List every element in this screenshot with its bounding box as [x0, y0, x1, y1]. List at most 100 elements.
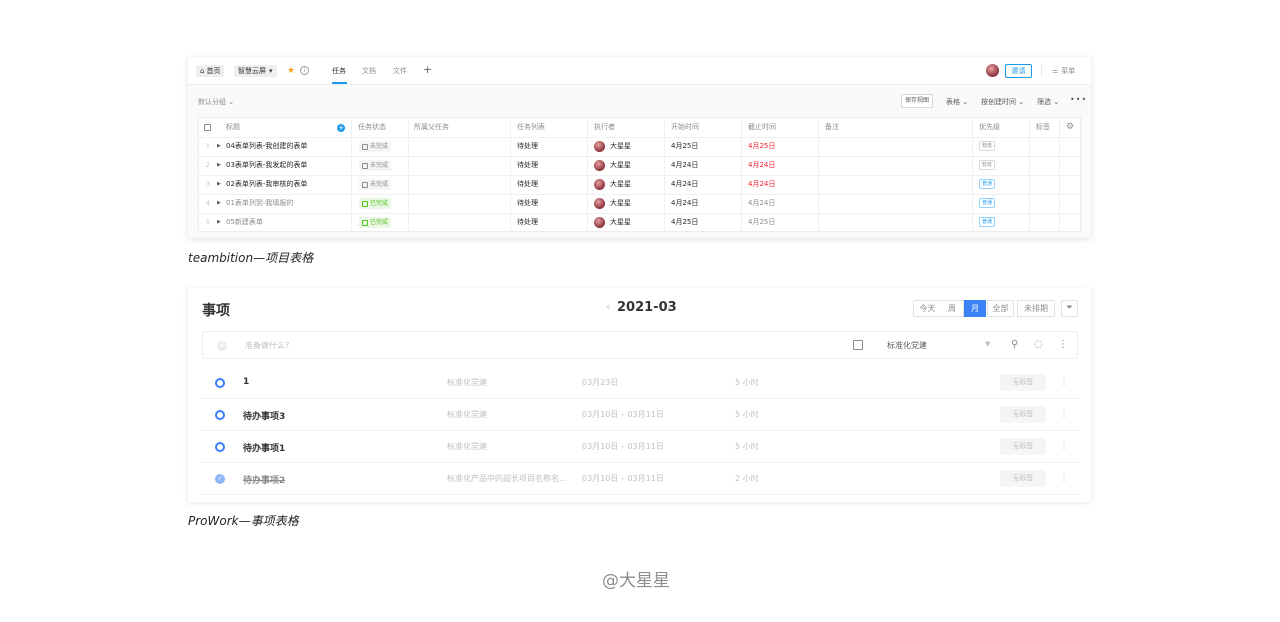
- column-header-start[interactable]: 开始时间: [671, 118, 699, 137]
- add-tab-icon[interactable]: +: [423, 63, 432, 76]
- column-header-due[interactable]: 截止时间: [748, 118, 776, 137]
- task-title[interactable]: 02表单列表-我审核的表单: [226, 175, 307, 194]
- more-vertical-icon[interactable]: ⋮: [1058, 339, 1068, 350]
- priority-badge[interactable]: 普通: [979, 179, 996, 189]
- filter-dropdown[interactable]: 筛选 ⌄: [1037, 97, 1059, 107]
- task-row[interactable]: 待办事项1 标准化党建 03月10日 – 03月11日 5 小时 无标签 ⋮: [202, 431, 1078, 463]
- status-badge[interactable]: 未完成: [359, 160, 392, 171]
- calendar-icon[interactable]: [853, 340, 863, 350]
- gear-icon[interactable]: ⚙: [1066, 122, 1074, 132]
- expand-caret-icon[interactable]: ▶: [217, 156, 221, 175]
- quick-add-input[interactable]: 准备做什么?: [245, 340, 289, 351]
- column-header-list[interactable]: 任务列表: [517, 118, 545, 137]
- more-vertical-icon[interactable]: ⋮: [1059, 440, 1069, 451]
- task-title[interactable]: 05新建表单: [226, 213, 263, 232]
- add-task-icon[interactable]: +: [337, 124, 345, 132]
- tag-button[interactable]: 无标签: [1000, 406, 1046, 423]
- tag-button[interactable]: 无标签: [1000, 470, 1046, 487]
- status-badge[interactable]: 未完成: [359, 179, 392, 190]
- expand-caret-icon[interactable]: ▶: [217, 194, 221, 213]
- project-select[interactable]: 标准化党建: [887, 340, 927, 351]
- more-vertical-icon[interactable]: ⋮: [1059, 376, 1069, 387]
- segment-unscheduled[interactable]: 未排期: [1017, 300, 1055, 317]
- task-title[interactable]: 03表单列表-我发起的表单: [226, 156, 307, 175]
- more-vertical-icon[interactable]: ⋮: [1059, 472, 1069, 483]
- expand-caret-icon[interactable]: ▶: [217, 213, 221, 232]
- task-date-range[interactable]: 03月10日 – 03月11日: [582, 441, 664, 452]
- task-row[interactable]: ✓ 待办事项2 标准化产品中的超长项目名称名... 03月10日 – 03月11日 2 …: [202, 463, 1078, 495]
- task-title[interactable]: 01表单列到-我填报的: [226, 194, 293, 213]
- tab-docs[interactable]: 文档: [362, 66, 376, 76]
- segment-today[interactable]: 今天: [913, 300, 942, 317]
- column-header-tags[interactable]: 标签: [1036, 118, 1050, 137]
- due-date[interactable]: 4月25日: [748, 137, 775, 156]
- segment-month[interactable]: 月: [964, 300, 986, 317]
- comment-icon[interactable]: ◌: [1034, 339, 1043, 350]
- avatar[interactable]: [594, 198, 605, 209]
- task-date-range[interactable]: 03月23日: [582, 377, 618, 388]
- status-badge[interactable]: 未完成: [359, 141, 392, 152]
- segment-all[interactable]: 全部: [987, 300, 1014, 317]
- avatar[interactable]: [594, 141, 605, 152]
- task-title[interactable]: 待办事项1: [243, 441, 285, 454]
- pin-icon[interactable]: ⚲: [1011, 339, 1018, 350]
- due-date[interactable]: 4月24日: [748, 194, 775, 213]
- menu-button[interactable]: ⚌ 菜单: [1052, 66, 1075, 76]
- filter-icon[interactable]: ⏷: [1061, 300, 1078, 317]
- priority-badge[interactable]: 较低: [979, 160, 996, 170]
- expand-caret-icon[interactable]: ▶: [217, 175, 221, 194]
- more-vertical-icon[interactable]: ⋮: [1059, 408, 1069, 419]
- avatar[interactable]: [594, 217, 605, 228]
- segment-week[interactable]: 周: [941, 300, 964, 317]
- task-date-range[interactable]: 03月10日 – 03月11日: [582, 473, 664, 484]
- column-header-priority[interactable]: 优先级: [979, 118, 1000, 137]
- group-by-dropdown[interactable]: 默认分组 ⌄: [198, 97, 234, 107]
- start-date[interactable]: 4月24日: [671, 156, 698, 175]
- status-badge[interactable]: 已完成: [359, 198, 392, 209]
- invite-button[interactable]: 邀请: [1005, 64, 1032, 78]
- tag-button[interactable]: 无标签: [1000, 438, 1046, 455]
- column-header-note[interactable]: 备注: [825, 118, 839, 137]
- complete-circle-icon[interactable]: [215, 442, 225, 452]
- complete-circle-icon[interactable]: [215, 410, 225, 420]
- prev-month-icon[interactable]: ‹: [606, 300, 610, 313]
- sort-dropdown[interactable]: 按创建时间 ⌄: [981, 97, 1024, 107]
- start-date[interactable]: 4月24日: [671, 194, 698, 213]
- tab-files[interactable]: 文件: [393, 66, 407, 76]
- task-title[interactable]: 04表单列表-我创建的表单: [226, 137, 307, 156]
- star-icon[interactable]: ★: [287, 65, 295, 77]
- info-icon[interactable]: i: [300, 66, 309, 75]
- task-row[interactable]: 待办事项3 标准化党建 03月10日 – 03月11日 5 小时 无标签 ⋮: [202, 399, 1078, 431]
- more-icon[interactable]: •••: [1070, 95, 1087, 104]
- caret-down-icon[interactable]: ▼: [985, 340, 990, 348]
- next-month-icon[interactable]: ›: [667, 300, 671, 313]
- complete-circle-icon[interactable]: [215, 378, 225, 388]
- start-date[interactable]: 4月25日: [671, 137, 698, 156]
- column-header-status[interactable]: 任务状态: [358, 118, 386, 137]
- task-title[interactable]: 待办事项2: [243, 473, 285, 486]
- column-header-title[interactable]: 标题: [226, 118, 240, 137]
- select-all-checkbox[interactable]: [204, 124, 211, 131]
- avatar[interactable]: [594, 160, 605, 171]
- start-date[interactable]: 4月24日: [671, 175, 698, 194]
- avatar[interactable]: [594, 179, 605, 190]
- priority-badge[interactable]: 较低: [979, 141, 996, 151]
- tag-button[interactable]: 无标签: [1000, 374, 1046, 391]
- column-header-parent[interactable]: 所属父任务: [414, 118, 449, 137]
- due-date[interactable]: 4月25日: [748, 213, 775, 232]
- due-date[interactable]: 4月24日: [748, 156, 775, 175]
- task-title[interactable]: 1: [243, 377, 249, 387]
- expand-caret-icon[interactable]: ▶: [217, 137, 221, 156]
- view-type-dropdown[interactable]: 表格 ⌄: [946, 97, 968, 107]
- due-date[interactable]: 4月24日: [748, 175, 775, 194]
- add-icon[interactable]: +: [217, 341, 227, 351]
- status-badge[interactable]: 已完成: [359, 217, 392, 228]
- task-title[interactable]: 待办事项3: [243, 409, 285, 422]
- avatar[interactable]: [986, 64, 999, 77]
- priority-badge[interactable]: 普通: [979, 198, 996, 208]
- start-date[interactable]: 4月25日: [671, 213, 698, 232]
- checked-circle-icon[interactable]: ✓: [215, 474, 225, 484]
- column-header-assignee[interactable]: 执行者: [594, 118, 615, 137]
- priority-badge[interactable]: 普通: [979, 217, 996, 227]
- tab-tasks[interactable]: 任务: [332, 66, 346, 76]
